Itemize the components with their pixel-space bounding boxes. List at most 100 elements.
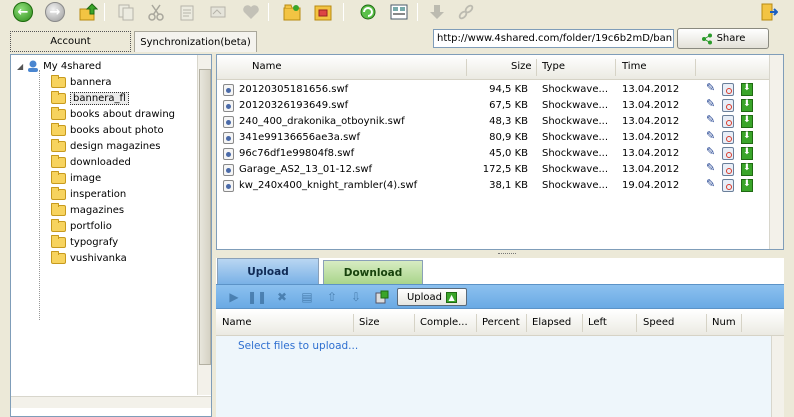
edit-icon[interactable] [706,81,718,96]
file-time: 13.04.2012 [622,100,680,111]
download-button[interactable] [426,1,448,23]
tab-account[interactable]: Account [10,31,131,52]
pause-icon[interactable]: ❚❚ [247,289,267,305]
tree-folder-bannera-fl[interactable]: bannera_fl [51,90,175,106]
column-name[interactable]: Name [222,317,252,328]
tree-folder-vushivanka[interactable]: vushivanka [51,250,175,266]
edit-icon[interactable] [706,161,718,176]
delete-icon[interactable] [722,131,734,144]
tab-synchronization[interactable]: Synchronization(beta) [134,31,257,52]
refresh-button[interactable] [357,1,379,23]
upload-button[interactable]: Upload ▲ [397,288,467,306]
file-row[interactable]: 341e99136656ae3a.swf 80,9 KB Shockwave..… [217,129,783,146]
move-down-icon[interactable]: ⇩ [348,289,364,305]
tree-folder-magazines[interactable]: magazines [51,202,175,218]
cancel-x-icon[interactable]: ✖ [274,289,290,305]
tree-root[interactable]: ◢ My 4shared [17,58,101,74]
swf-file-icon [223,84,234,96]
rename-icon [210,6,226,18]
column-percent[interactable]: Percent [482,317,520,328]
file-row[interactable]: kw_240x400_knight_rambler(4).swf 38,1 KB… [217,177,783,194]
column-elapsed[interactable]: Elapsed [532,317,571,328]
file-row[interactable]: 20120326193649.swf 67,5 KB Shockwave... … [217,97,783,114]
file-name: 341e99136656ae3a.swf [239,132,360,143]
edit-icon[interactable] [706,145,718,160]
exit-button[interactable] [757,1,779,23]
link-button[interactable] [455,1,477,23]
column-size[interactable]: Size [359,317,380,328]
download-icon[interactable] [741,147,753,160]
new-folder-button[interactable] [281,1,303,23]
tab-upload[interactable]: Upload [217,258,319,284]
column-num[interactable]: Num [712,317,736,328]
back-button[interactable]: ← [12,1,34,23]
delete-icon[interactable] [722,163,734,176]
tree-folder-typografy[interactable]: typografy [51,234,175,250]
file-size: 38,1 KB [489,180,528,191]
cut-button[interactable] [145,1,167,23]
folder-icon [51,122,66,136]
add-files-icon[interactable] [374,289,390,305]
copy-icon [118,4,134,21]
tree-folder-design-magazines[interactable]: design magazines [51,138,175,154]
tree-folder-insperation[interactable]: insperation [51,186,175,202]
download-icon[interactable] [741,99,753,112]
file-time: 19.04.2012 [622,180,680,191]
select-files-link[interactable]: Select files to upload... [238,340,358,352]
tree-root-label: My 4shared [43,60,102,72]
view-button[interactable] [388,1,410,23]
tree-folder-downloaded[interactable]: downloaded [51,154,175,170]
download-icon[interactable] [741,163,753,176]
delete-icon[interactable] [722,83,734,96]
delete-icon[interactable] [722,99,734,112]
download-icon[interactable] [741,131,753,144]
column-size[interactable]: Size [511,61,532,72]
file-row[interactable]: 240_400_drakonika_otboynik.swf 48,3 KB S… [217,113,783,130]
tree-folder-books-about-drawing[interactable]: books about drawing [51,106,175,122]
clear-list-icon[interactable]: ▤ [299,289,315,305]
move-up-icon[interactable]: ⇧ [324,289,340,305]
column-type[interactable]: Type [542,61,565,72]
tree-folder-bannera[interactable]: bannera [51,74,175,90]
column-name[interactable]: Name [252,61,282,72]
edit-icon[interactable] [706,177,718,192]
column-time[interactable]: Time [622,61,646,72]
download-icon[interactable] [741,179,753,192]
file-row[interactable]: 96c76df1e99804f8.swf 45,0 KB Shockwave..… [217,145,783,162]
paste-button[interactable] [176,1,198,23]
tree-vertical-scrollbar[interactable] [197,55,211,395]
folder-url-field[interactable]: http://www.4shared.com/folder/19c6b2mD/b… [433,29,674,48]
favorite-button[interactable] [240,1,262,23]
edit-icon[interactable] [706,113,718,128]
file-name: 96c76df1e99804f8.swf [239,148,355,159]
share-button[interactable]: Share [677,28,769,49]
folder-properties-button[interactable] [312,1,334,23]
file-row[interactable]: 20120305181656.swf 94,5 KB Shockwave... … [217,81,783,98]
download-icon[interactable] [741,83,753,96]
collapse-icon[interactable]: ◢ [17,62,23,71]
delete-icon[interactable] [722,147,734,160]
play-icon[interactable]: ▶ [226,289,242,305]
transfer-vertical-scrollbar[interactable] [771,336,784,417]
rename-button[interactable] [207,1,229,23]
folder-up-button[interactable] [77,1,99,23]
forward-button[interactable]: → [44,1,66,23]
upload-queue-list[interactable]: Select files to upload... [216,336,771,417]
tree-folder-books-about-photo[interactable]: books about photo [51,122,175,138]
column-complete[interactable]: Comple... [420,317,468,328]
tree-folder-portfolio[interactable]: portfolio [51,218,175,234]
column-speed[interactable]: Speed [643,317,674,328]
copy-button[interactable] [115,1,137,23]
tree-folder-image[interactable]: image [51,170,175,186]
edit-icon[interactable] [706,129,718,144]
file-row[interactable]: Garage_AS2_13_01-12.swf 172,5 KB Shockwa… [217,161,783,178]
delete-icon[interactable] [722,115,734,128]
download-icon[interactable] [741,115,753,128]
delete-icon[interactable] [722,179,734,192]
column-left[interactable]: Left [588,317,607,328]
file-list-vertical-scrollbar[interactable] [769,55,783,249]
tab-download[interactable]: Download [323,260,423,284]
tree-horizontal-scrollbar[interactable] [11,396,211,408]
pane-splitter[interactable] [216,250,784,258]
edit-icon[interactable] [706,97,718,112]
